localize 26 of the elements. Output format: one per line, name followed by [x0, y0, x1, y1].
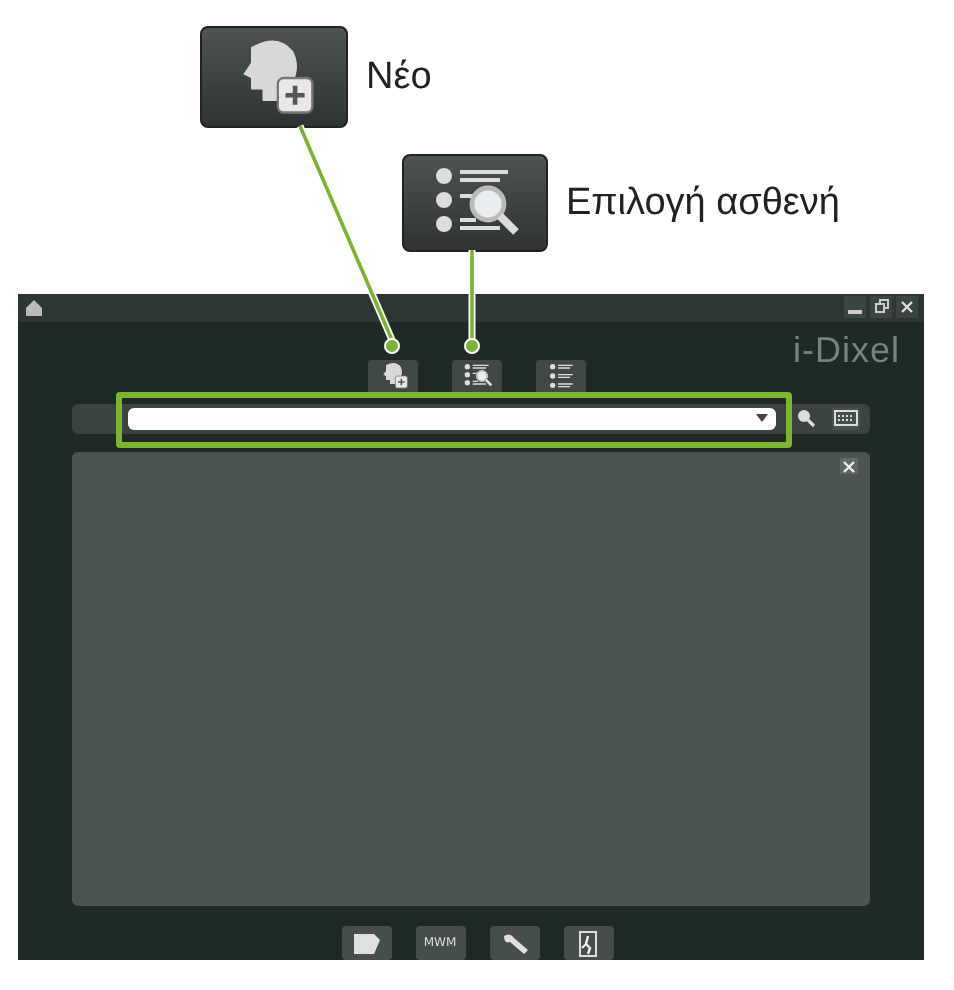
search-icon: [796, 408, 816, 429]
keyboard-button[interactable]: [832, 407, 860, 430]
search-button[interactable]: [792, 407, 820, 430]
house-icon: [24, 297, 44, 318]
restore-button[interactable]: [870, 296, 892, 319]
close-button[interactable]: [840, 458, 858, 475]
toolbar-button[interactable]: [368, 359, 418, 394]
head-plus-icon: [377, 360, 409, 393]
close-icon: [842, 459, 856, 474]
callout-label: Νέο: [366, 55, 432, 99]
folder-button[interactable]: [341, 926, 391, 960]
callout-label: Επιλογή ασθενή: [566, 181, 840, 225]
logo: i-Dixel: [792, 329, 900, 372]
list-icon: [545, 360, 577, 393]
toolbar-button[interactable]: [452, 359, 502, 394]
close-icon: [898, 298, 916, 317]
minimize-button[interactable]: [844, 296, 866, 319]
restore-icon: [872, 298, 890, 317]
keyboard-icon: [834, 410, 858, 427]
dropdown-arrow-icon: [756, 414, 768, 423]
leader-line: [464, 250, 480, 354]
exit-button[interactable]: [563, 926, 613, 960]
close-button[interactable]: [896, 296, 918, 319]
wrench-button[interactable]: [489, 926, 539, 960]
search-field[interactable]: [128, 407, 776, 430]
toolbar-button[interactable]: [536, 359, 586, 394]
